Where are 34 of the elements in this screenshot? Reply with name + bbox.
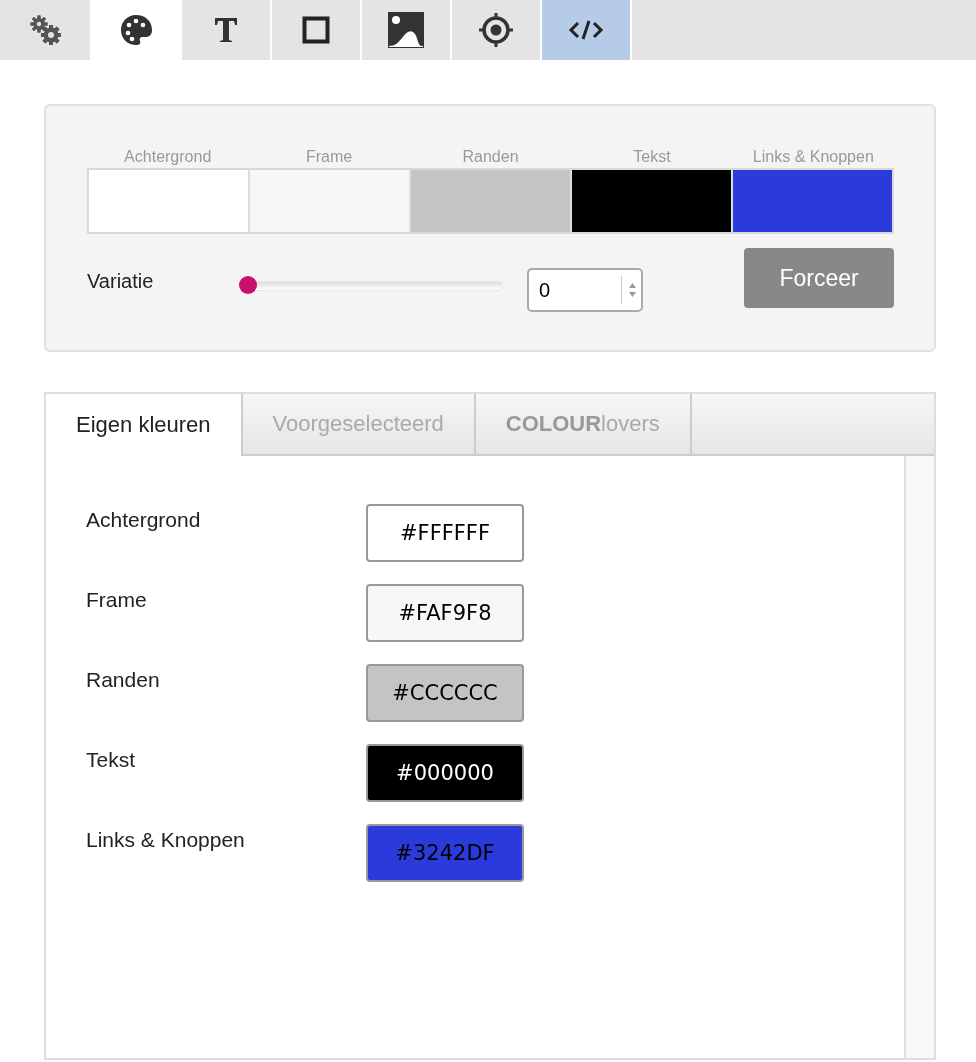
force-button[interactable]: Forceer bbox=[744, 248, 894, 308]
color-swatch[interactable] bbox=[89, 170, 248, 232]
variation-input[interactable]: 0 bbox=[527, 268, 643, 312]
hex-field[interactable]: #000000 bbox=[366, 744, 524, 802]
square-icon bbox=[302, 16, 330, 44]
color-label: Frame bbox=[86, 588, 148, 612]
hex-field[interactable]: #FFFFFF bbox=[366, 504, 524, 562]
hex-field[interactable]: #CCCCCC bbox=[366, 664, 524, 722]
code-icon bbox=[568, 19, 604, 41]
toolbar-tab[interactable] bbox=[92, 0, 182, 60]
swatch-label: Achtergrond bbox=[123, 147, 213, 167]
slider-thumb[interactable] bbox=[239, 276, 257, 294]
toolbar-tab[interactable] bbox=[542, 0, 632, 60]
hex-field[interactable]: #FAF9F8 bbox=[366, 584, 524, 642]
text-icon bbox=[213, 16, 239, 44]
color-label: Achtergrond bbox=[86, 508, 202, 532]
scrollbar-track[interactable] bbox=[904, 456, 934, 1058]
color-label: Links & Knoppen bbox=[86, 828, 246, 852]
color-label: Tekst bbox=[86, 748, 136, 772]
swatch-label: Frame bbox=[305, 147, 354, 167]
swatch-label: Tekst bbox=[632, 147, 672, 167]
swatch-label: Links & Knoppen bbox=[751, 147, 875, 167]
variation-label: Variatie bbox=[87, 270, 155, 293]
palette-icon bbox=[118, 12, 154, 48]
color-swatch[interactable] bbox=[572, 170, 731, 232]
spinner-icon[interactable] bbox=[628, 280, 637, 300]
swatch-label: Randen bbox=[461, 147, 520, 167]
color-label: Randen bbox=[86, 668, 161, 692]
target-icon bbox=[478, 12, 514, 48]
color-tab[interactable]: Eigen kleuren bbox=[46, 394, 243, 456]
color-swatch[interactable] bbox=[250, 170, 409, 232]
image-icon bbox=[388, 12, 424, 48]
color-swatch[interactable] bbox=[733, 170, 892, 232]
color-swatch[interactable] bbox=[411, 170, 570, 232]
